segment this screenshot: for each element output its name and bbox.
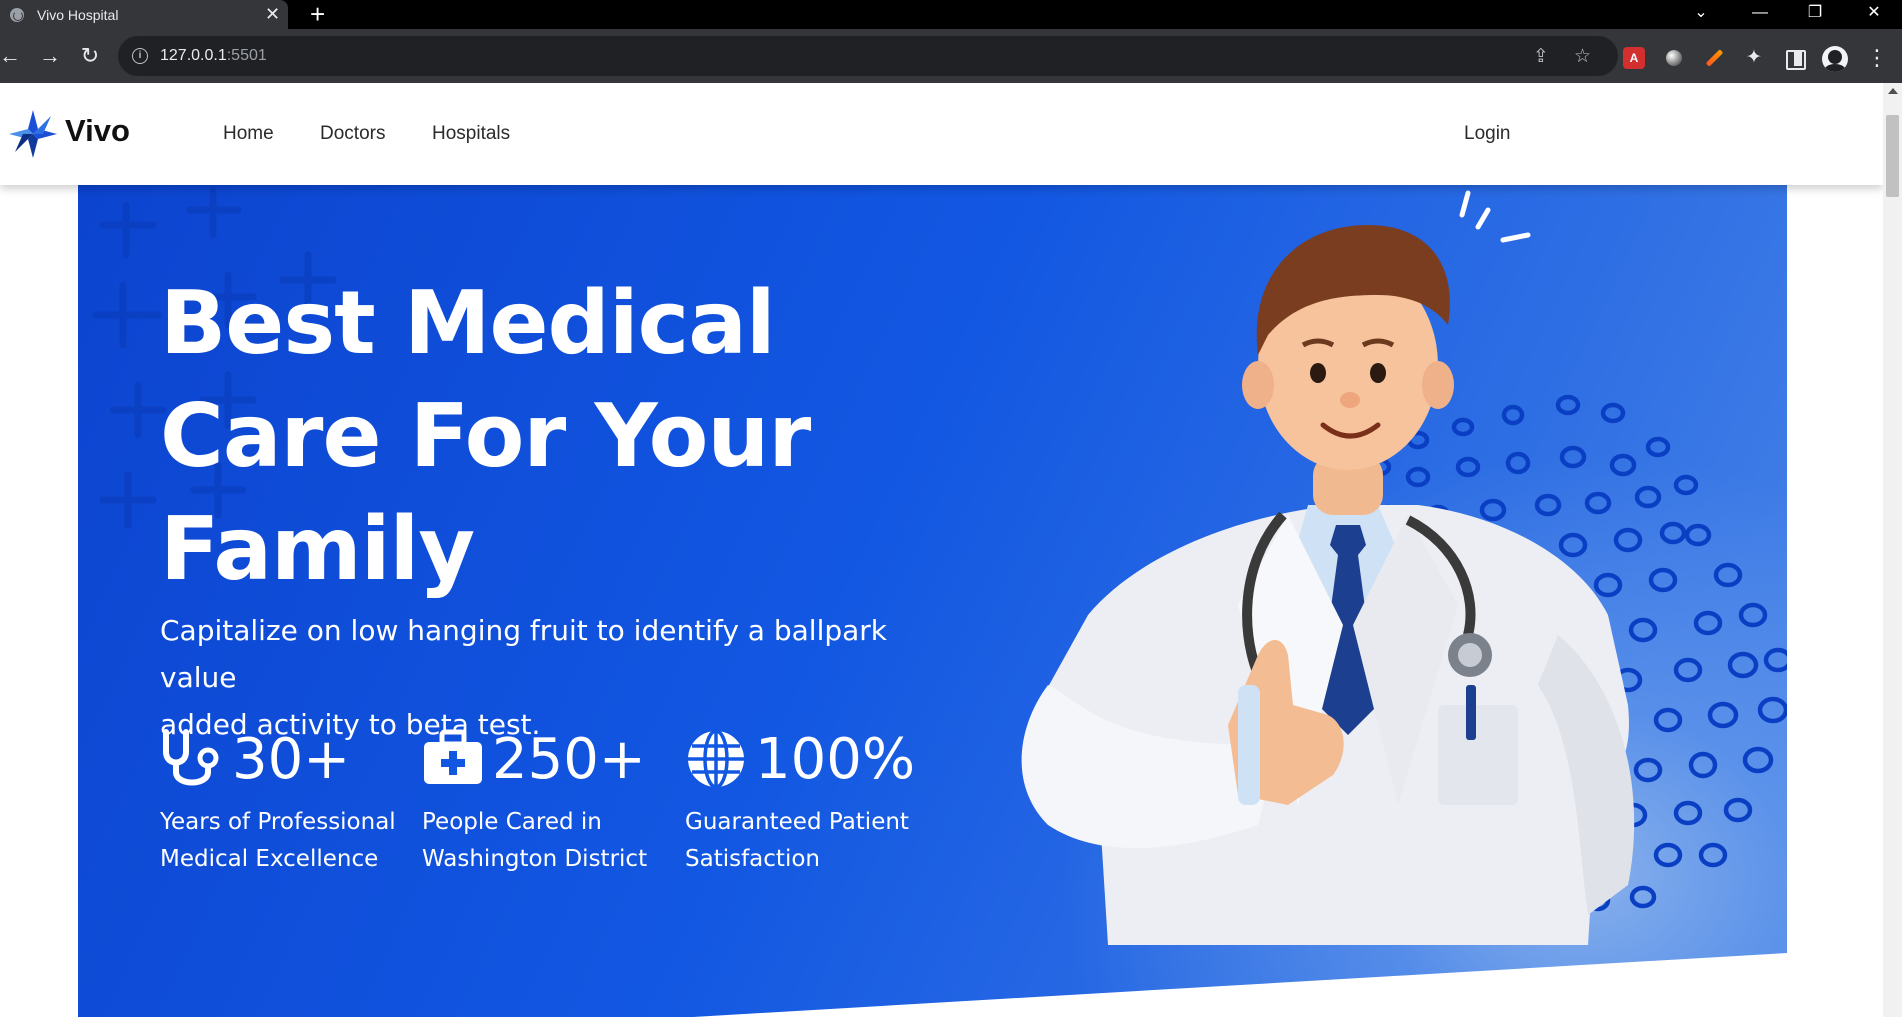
share-icon[interactable]: ⇪ [1533,45,1549,68]
headline-line: Best Medical [160,272,776,374]
stat-value: 30+ [232,727,351,792]
stat-label: Guaranteed Patient Satisfaction [685,804,945,878]
nav-login-link[interactable]: Login [1464,123,1511,145]
new-tab-button[interactable]: + [310,0,325,29]
stat-value: 100% [755,727,916,792]
url-port: :5501 [226,47,267,64]
stat-label-line: Satisfaction [685,846,820,872]
hero-banner: Best Medical Care For Your Family Capita… [78,185,1787,1017]
site-info-icon[interactable]: i [132,48,148,64]
stat-label: Years of Professional Medical Excellence [160,804,420,878]
stat-label-line: Medical Excellence [160,846,379,872]
stat-label-line: Washington District [422,846,648,872]
bookmark-star-icon[interactable]: ☆ [1574,45,1591,68]
restore-button[interactable]: ❐ [1792,0,1838,29]
globe-favicon-icon [10,8,24,22]
browser-tab[interactable]: Vivo Hospital ✕ [0,0,288,29]
nav-doctors-link[interactable]: Doctors [320,123,385,145]
stat-label-line: Years of Professional [160,809,396,835]
browser-menu-icon[interactable]: ⋮ [1866,44,1888,72]
hero-headline: Best Medical Care For Your Family [160,267,900,606]
pdf-extension-icon[interactable]: A [1623,47,1645,69]
subtext-line: Capitalize on low hanging fruit to ident… [160,614,888,694]
page-viewport: Vivo Home Doctors Hospitals Login Best M… [0,83,1883,1017]
doctor-illustration [1021,190,1635,945]
profile-avatar[interactable] [1822,46,1848,72]
browser-tab-strip: Vivo Hospital ✕ + ⌄ — ❐ ✕ [0,0,1902,29]
brand-name[interactable]: Vivo [65,113,130,149]
stat-value: 250+ [492,727,646,792]
extensions-puzzle-icon[interactable]: ✦ [1743,47,1765,69]
nav-home-link[interactable]: Home [223,123,274,145]
tab-search-button[interactable]: ⌄ [1678,0,1724,29]
minimize-button[interactable]: — [1737,0,1783,29]
tab-title: Vivo Hospital [37,7,119,23]
stethoscope-icon [163,729,219,786]
scrollbar-thumb[interactable] [1886,115,1899,197]
medical-kit-icon [424,729,482,784]
url-host: 127.0.0.1 [160,47,227,64]
reload-icon[interactable]: ↻ [76,42,104,70]
hero-bottom-cut [693,953,1787,1017]
tab-close-icon[interactable]: ✕ [265,4,280,24]
nav-hospitals-link[interactable]: Hospitals [432,123,510,145]
headline-line: Family [160,498,475,600]
stat-label-line: People Cared in [422,809,602,835]
address-bar[interactable]: i 127.0.0.1:5501 ⇪ ☆ [118,36,1618,76]
sphere-extension-icon[interactable] [1663,47,1685,69]
stat-label: People Cared in Washington District [422,804,682,878]
headline-line: Care For Your [160,385,811,487]
stat-label-line: Guaranteed Patient [685,809,909,835]
pen-extension-icon[interactable] [1703,47,1725,69]
site-navbar: Vivo Home Doctors Hospitals Login [0,83,1883,185]
side-panel-icon[interactable] [1783,47,1806,70]
forward-arrow-icon[interactable]: → [36,42,64,70]
globe-icon [688,729,744,789]
scroll-up-arrow-icon[interactable] [1888,88,1898,94]
page-scrollbar[interactable] [1883,83,1902,1017]
browser-toolbar: ← → ↻ i 127.0.0.1:5501 ⇪ ☆ [0,29,1902,83]
close-window-button[interactable]: ✕ [1851,0,1897,29]
back-arrow-icon[interactable]: ← [0,42,24,70]
vivo-logo-icon[interactable] [7,108,59,160]
url-text[interactable]: 127.0.0.1:5501 [160,47,267,65]
